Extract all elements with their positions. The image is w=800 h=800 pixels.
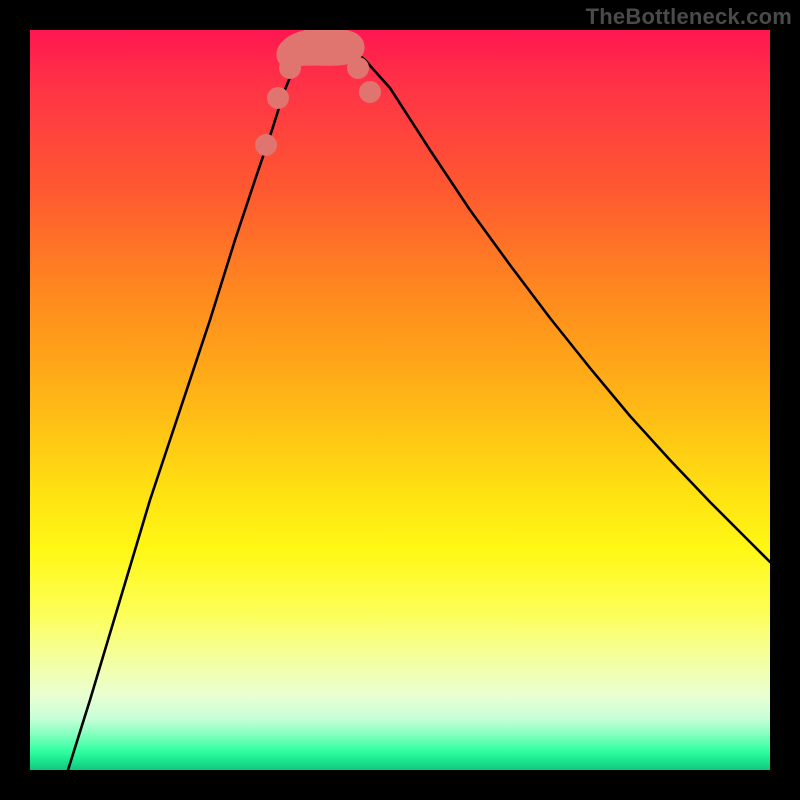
marker-dot bbox=[255, 134, 277, 156]
marker-dot bbox=[267, 87, 289, 109]
v-curve bbox=[68, 35, 770, 770]
watermark-text: TheBottleneck.com bbox=[586, 4, 792, 30]
marker-dot bbox=[279, 57, 301, 79]
marker-dot bbox=[335, 39, 357, 61]
curve-layer bbox=[30, 30, 770, 770]
marker-dot bbox=[347, 57, 369, 79]
marker-dot bbox=[359, 81, 381, 103]
chart-frame: TheBottleneck.com bbox=[0, 0, 800, 800]
plot-area bbox=[30, 30, 770, 770]
